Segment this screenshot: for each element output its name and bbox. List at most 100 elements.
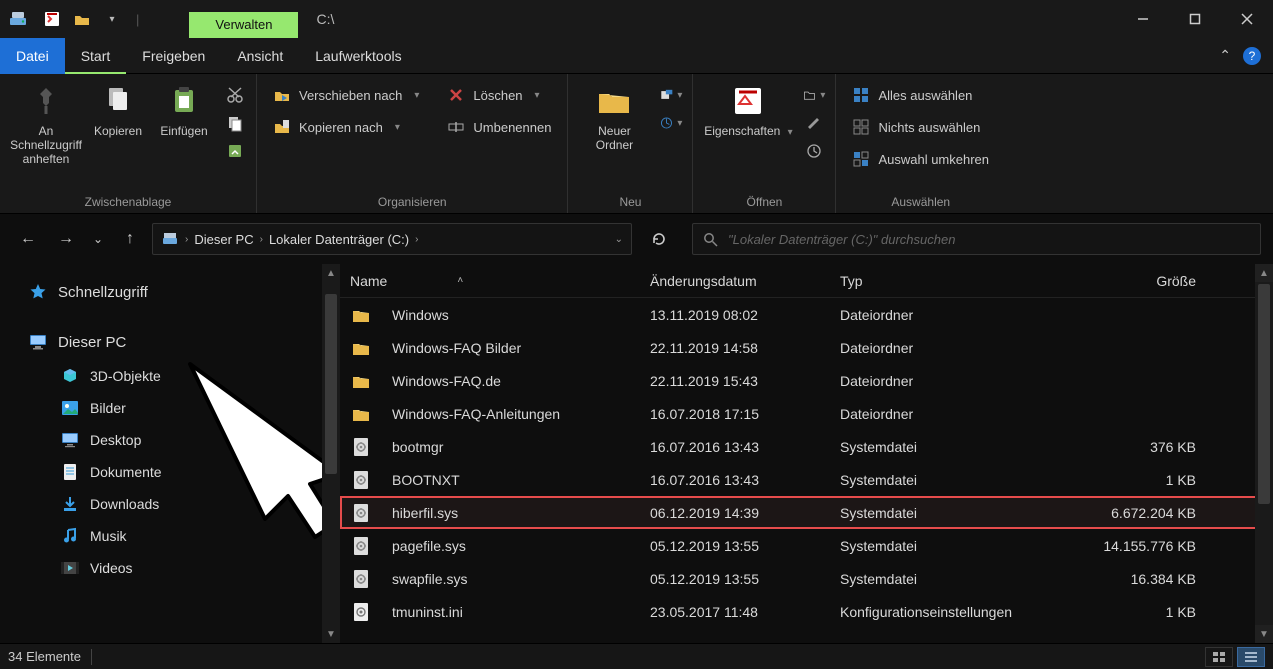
breadcrumb-this-pc[interactable]: Dieser PC: [194, 232, 253, 247]
pin-icon: [27, 82, 65, 120]
col-date[interactable]: Änderungsdatum: [650, 273, 840, 289]
maximize-button[interactable]: [1169, 0, 1221, 38]
view-large-icons-button[interactable]: [1205, 647, 1233, 667]
tab-drive-tools[interactable]: Laufwerktools: [299, 38, 417, 74]
qat-dropdown[interactable]: ▾: [102, 9, 122, 29]
open-icon[interactable]: ▾: [803, 84, 825, 106]
tab-share[interactable]: Freigeben: [126, 38, 221, 74]
invert-selection-button[interactable]: Auswahl umkehren: [846, 146, 995, 172]
tree-item-videos[interactable]: Videos: [0, 552, 340, 584]
file-row[interactable]: BOOTNXT16.07.2016 13:43Systemdatei1 KB: [340, 463, 1273, 496]
minimize-button[interactable]: [1117, 0, 1169, 38]
nav-up-button[interactable]: ↑: [114, 223, 146, 255]
tree-quick-access[interactable]: Schnellzugriff: [0, 274, 340, 310]
select-all-button[interactable]: Alles auswählen: [846, 82, 995, 108]
tab-file[interactable]: Datei: [0, 38, 65, 74]
breadcrumb-drive-c[interactable]: Lokaler Datenträger (C:): [269, 232, 409, 247]
search-input[interactable]: [728, 232, 1250, 247]
col-name[interactable]: Name˄: [350, 273, 650, 289]
address-bar-row: ← → ⌄ ↑ › Dieser PC › Lokaler Datenträge…: [0, 214, 1273, 264]
files-scrollbar[interactable]: ▲ ▼: [1255, 264, 1273, 643]
file-row[interactable]: Windows-FAQ-Anleitungen16.07.2018 17:15D…: [340, 397, 1273, 430]
file-name: tmuninst.ini: [392, 604, 463, 620]
tree-item-bilder[interactable]: Bilder: [0, 392, 340, 424]
folder-icon: [60, 494, 80, 514]
copy-path-icon[interactable]: [224, 112, 246, 134]
tree-item-musik[interactable]: Musik: [0, 520, 340, 552]
context-tab-manage[interactable]: Verwalten: [189, 12, 298, 38]
status-item-count: 34 Elemente: [8, 649, 81, 664]
rename-button[interactable]: Umbenennen: [441, 114, 557, 140]
nav-forward-button[interactable]: →: [50, 223, 82, 255]
copy-button[interactable]: Kopieren: [88, 80, 148, 138]
chevron-right-icon[interactable]: ›: [185, 234, 188, 245]
select-none-button[interactable]: Nichts auswählen: [846, 114, 995, 140]
file-icon: [350, 469, 372, 491]
pin-to-quick-access-button[interactable]: An Schnellzugriff anheften: [10, 80, 82, 166]
address-bar[interactable]: › Dieser PC › Lokaler Datenträger (C:) ›…: [152, 223, 632, 255]
scroll-down-icon[interactable]: ▼: [1255, 625, 1273, 643]
file-row[interactable]: Windows13.11.2019 08:02Dateiordner: [340, 298, 1273, 331]
file-row[interactable]: tmuninst.ini23.05.2017 11:48Konfiguratio…: [340, 595, 1273, 628]
easy-access-icon[interactable]: ▾: [660, 112, 682, 134]
properties-button[interactable]: Eigenschaften ▾: [703, 80, 793, 138]
file-date: 16.07.2018 17:15: [650, 406, 840, 422]
qat-newfolder-icon[interactable]: [72, 9, 92, 29]
copy-to-button[interactable]: Kopieren nach▾: [267, 114, 425, 140]
file-name: bootmgr: [392, 439, 443, 455]
file-name: Windows: [392, 307, 449, 323]
tab-home[interactable]: Start: [65, 38, 127, 74]
select-none-icon: [852, 118, 870, 136]
scroll-up-icon[interactable]: ▲: [1255, 264, 1273, 282]
help-icon[interactable]: ?: [1243, 47, 1261, 65]
move-to-button[interactable]: Verschieben nach▾: [267, 82, 425, 108]
file-row[interactable]: bootmgr16.07.2016 13:43Systemdatei376 KB: [340, 430, 1273, 463]
tree-item-dokumente[interactable]: Dokumente: [0, 456, 340, 488]
address-dropdown-icon[interactable]: ⌄: [615, 234, 623, 245]
file-row[interactable]: Windows-FAQ Bilder22.11.2019 14:58Dateio…: [340, 331, 1273, 364]
nav-back-button[interactable]: ←: [12, 223, 44, 255]
folder-icon: [350, 370, 372, 392]
edit-icon[interactable]: [803, 112, 825, 134]
search-box[interactable]: [692, 223, 1261, 255]
tree-item-downloads[interactable]: Downloads: [0, 488, 340, 520]
file-size: 1 KB: [1060, 472, 1210, 488]
history-icon[interactable]: [803, 140, 825, 162]
cut-icon[interactable]: [224, 84, 246, 106]
scroll-down-icon[interactable]: ▼: [322, 625, 340, 643]
file-row[interactable]: pagefile.sys05.12.2019 13:55Systemdatei1…: [340, 529, 1273, 562]
qat-properties-icon[interactable]: [42, 9, 62, 29]
folder-icon: [350, 337, 372, 359]
tree-scrollbar[interactable]: ▲ ▼: [322, 264, 340, 643]
delete-icon: [447, 86, 465, 104]
scroll-thumb[interactable]: [325, 294, 337, 474]
collapse-ribbon-icon[interactable]: ⌃: [1219, 47, 1231, 64]
tree-this-pc[interactable]: Dieser PC: [0, 324, 340, 360]
tab-view[interactable]: Ansicht: [221, 38, 299, 74]
refresh-button[interactable]: [642, 223, 676, 255]
nav-recent-dropdown[interactable]: ⌄: [88, 223, 108, 255]
file-row[interactable]: swapfile.sys05.12.2019 13:55Systemdatei1…: [340, 562, 1273, 595]
col-size[interactable]: Größe: [1060, 273, 1210, 289]
paste-shortcut-icon[interactable]: [224, 140, 246, 162]
new-item-icon[interactable]: ▾: [660, 84, 682, 106]
file-name: Windows-FAQ Bilder: [392, 340, 521, 356]
file-icon: [350, 568, 372, 590]
chevron-right-icon[interactable]: ›: [260, 234, 263, 245]
delete-button[interactable]: Löschen▾: [441, 82, 557, 108]
file-row[interactable]: Windows-FAQ.de22.11.2019 15:43Dateiordne…: [340, 364, 1273, 397]
chevron-right-icon[interactable]: ›: [415, 234, 418, 245]
tree-item-3d-objekte[interactable]: 3D-Objekte: [0, 360, 340, 392]
view-details-button[interactable]: [1237, 647, 1265, 667]
col-type[interactable]: Typ: [840, 273, 1060, 289]
new-folder-button[interactable]: Neuer Ordner: [578, 80, 650, 152]
folder-icon: [350, 304, 372, 326]
file-icon: [350, 601, 372, 623]
file-size: 14.155.776 KB: [1060, 538, 1210, 554]
file-row[interactable]: hiberfil.sys06.12.2019 14:39Systemdatei6…: [340, 496, 1273, 529]
close-button[interactable]: [1221, 0, 1273, 38]
scroll-up-icon[interactable]: ▲: [322, 264, 340, 282]
paste-button[interactable]: Einfügen: [154, 80, 214, 138]
tree-item-desktop[interactable]: Desktop: [0, 424, 340, 456]
scroll-thumb[interactable]: [1258, 284, 1270, 504]
